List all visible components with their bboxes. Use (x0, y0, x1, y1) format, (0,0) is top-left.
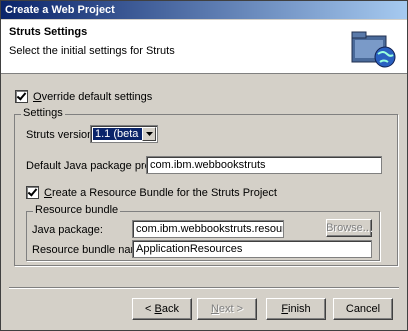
back-button-label: < Back (145, 303, 179, 315)
window-title: Create a Web Project (5, 4, 115, 16)
chevron-down-icon (145, 132, 153, 136)
override-settings-checkbox[interactable]: Override default settings (15, 90, 152, 103)
java-package-label: Java package: (32, 224, 103, 236)
create-resource-bundle-label: Create a Resource Bundle for the Struts … (44, 186, 277, 199)
finish-button[interactable]: Finish (266, 298, 326, 320)
back-button[interactable]: < Back (132, 298, 192, 320)
next-button-label: Next > (210, 303, 244, 315)
cancel-button[interactable]: Cancel (333, 298, 393, 320)
browse-button[interactable]: Browse... (326, 219, 372, 237)
checkbox-box[interactable] (26, 186, 39, 199)
bundle-name-input[interactable]: ApplicationResources (132, 240, 372, 258)
java-package-input[interactable]: com.ibm.webbookstruts.resources (132, 220, 284, 238)
package-prefix-input[interactable]: com.ibm.webbookstruts (146, 156, 382, 174)
dialog-window: Create a Web Project Struts Settings Sel… (0, 0, 408, 331)
footer-separator (9, 287, 399, 289)
create-resource-bundle-checkbox[interactable]: Create a Resource Bundle for the Struts … (26, 186, 277, 199)
title-bar[interactable]: Create a Web Project (1, 1, 407, 19)
dropdown-button[interactable] (142, 127, 156, 141)
next-button[interactable]: Next > (197, 298, 257, 320)
struts-version-select[interactable]: 1.1 (beta 3) (90, 125, 158, 143)
override-label: Override default settings (33, 90, 153, 103)
page-title: Struts Settings (9, 26, 88, 38)
checkbox-box[interactable] (15, 90, 28, 103)
header-banner: Struts Settings Select the initial setti… (1, 20, 407, 74)
resource-bundle-group-title: Resource bundle (33, 204, 121, 216)
page-description: Select the initial settings for Struts (9, 45, 175, 57)
folder-globe-icon (351, 31, 396, 68)
settings-group-title: Settings (21, 107, 65, 119)
package-prefix-label: Default Java package prefix: (26, 160, 165, 172)
finish-button-label: Finish (281, 303, 311, 315)
struts-version-label: Struts version: (26, 129, 97, 141)
